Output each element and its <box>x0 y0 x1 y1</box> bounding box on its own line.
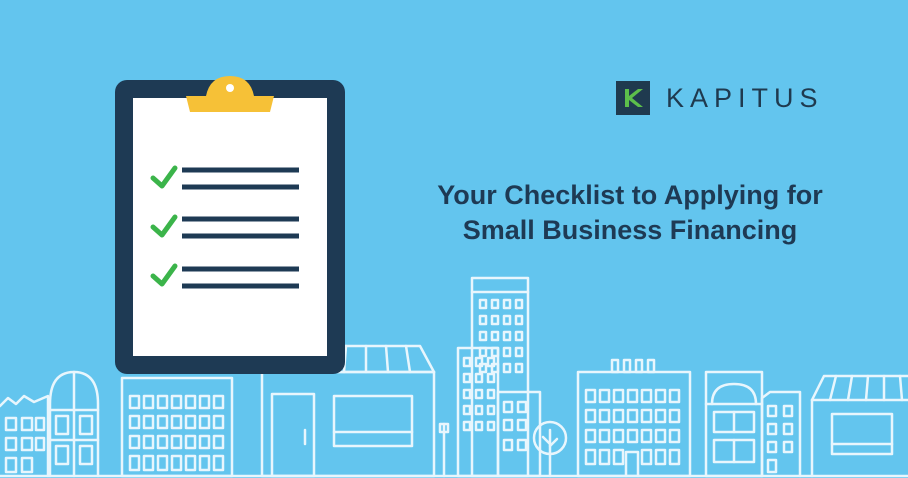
headline-line-2: Small Business Financing <box>462 215 798 245</box>
kapitus-logo: KAPITUS <box>616 80 824 116</box>
brand-name: KAPITUS <box>666 83 824 113</box>
blog-hero-banner: KAPITUS Your Checklist to Applying for S… <box>0 0 908 478</box>
page-title: Your Checklist to Applying for Small Bus… <box>400 178 860 248</box>
headline-line-1: Your Checklist to Applying for <box>437 180 823 210</box>
kapitus-logo-icon <box>616 81 650 115</box>
